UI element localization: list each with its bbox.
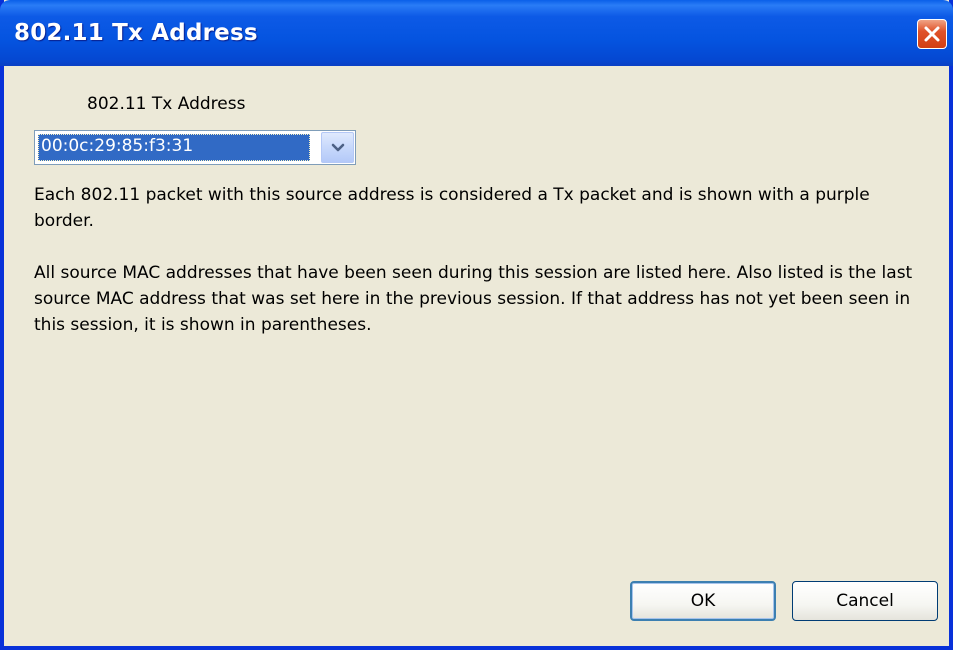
tx-address-label: 802.11 Tx Address — [87, 94, 246, 114]
tx-address-selected-value[interactable]: 00:0c:29:85:f3:31 — [38, 134, 310, 161]
close-icon — [923, 25, 941, 43]
dialog-window: 802.11 Tx Address 802.11 Tx Address 00:0… — [0, 0, 953, 650]
description-paragraph-2: All source MAC addresses that have been … — [34, 263, 913, 335]
dialog-content: 802.11 Tx Address 00:0c:29:85:f3:31 Each… — [4, 66, 949, 646]
ok-button[interactable]: OK — [630, 581, 776, 621]
dropdown-arrow-button[interactable] — [321, 132, 354, 163]
cancel-button[interactable]: Cancel — [792, 581, 938, 621]
close-button[interactable] — [917, 19, 947, 49]
window-title: 802.11 Tx Address — [14, 20, 258, 46]
chevron-down-icon — [331, 138, 345, 157]
tx-address-dropdown[interactable]: 00:0c:29:85:f3:31 — [34, 130, 356, 165]
title-bar[interactable]: 802.11 Tx Address — [0, 0, 953, 66]
description-paragraph-1: Each 802.11 packet with this source addr… — [34, 185, 870, 231]
